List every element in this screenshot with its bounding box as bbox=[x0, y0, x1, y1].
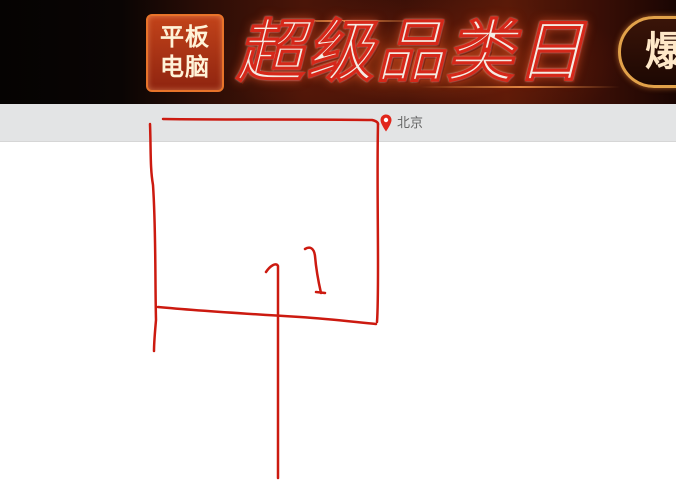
location-selector[interactable]: 北京 bbox=[380, 113, 423, 133]
annotation-stroke-left bbox=[148, 122, 158, 353]
map-pin-icon bbox=[380, 114, 392, 132]
annotation-stroke-right bbox=[375, 122, 380, 324]
location-city-label: 北京 bbox=[397, 115, 424, 130]
location-bar: 北京 bbox=[0, 104, 676, 142]
banner-cta-text: 爆 bbox=[645, 30, 676, 74]
category-badge[interactable]: 平板 电脑 bbox=[146, 14, 224, 92]
badge-line-2: 电脑 bbox=[160, 54, 210, 81]
annotation-stroke-vertical bbox=[264, 263, 280, 480]
annotation-stroke-hook bbox=[303, 246, 323, 295]
promo-banner[interactable]: 平板 电脑 超级品类日 爆 bbox=[0, 0, 676, 104]
badge-line-1: 平板 bbox=[160, 24, 210, 51]
annotation-stroke-bottom bbox=[156, 305, 378, 326]
annotation-stroke-tick bbox=[314, 290, 327, 295]
banner-headline: 超级品类日 bbox=[235, 14, 587, 91]
banner-cta-button[interactable]: 爆 bbox=[618, 16, 676, 88]
page: 平板 电脑 超级品类日 爆 北京 bbox=[0, 0, 676, 494]
